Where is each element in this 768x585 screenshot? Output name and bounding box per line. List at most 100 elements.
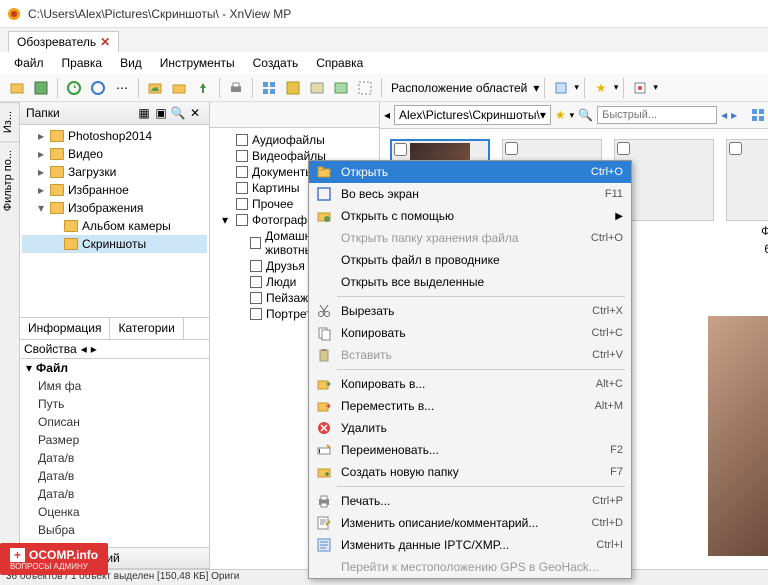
checkbox[interactable] — [250, 292, 262, 304]
tool-button[interactable] — [330, 77, 352, 99]
chevron-down-icon[interactable]: ▾ — [614, 82, 619, 93]
tool-button[interactable] — [354, 77, 376, 99]
tree-item[interactable]: ▾Изображения — [22, 199, 207, 217]
chevron-down-icon[interactable]: ▾ — [540, 108, 546, 122]
star-icon[interactable]: ★ — [590, 77, 612, 99]
property-row[interactable]: Дата/в — [20, 485, 209, 503]
tree-arrow-icon[interactable]: ▸ — [36, 129, 46, 143]
property-row[interactable]: Размер — [20, 431, 209, 449]
property-row[interactable]: Имя фа — [20, 377, 209, 395]
layout-label[interactable]: Расположение областей — [387, 81, 531, 95]
tool-button[interactable] — [306, 77, 328, 99]
context-menu-item[interactable]: Удалить — [309, 417, 631, 439]
tree-item[interactable]: Скриншоты — [22, 235, 207, 253]
context-menu-item[interactable]: Печать...Ctrl+P — [309, 490, 631, 512]
thumb-checkbox[interactable] — [505, 142, 518, 155]
properties-list[interactable]: ▾Файл Имя фаПутьОписанРазмерДата/вДата/в… — [20, 358, 209, 547]
context-menu-item[interactable]: Создать новую папкуF7 — [309, 461, 631, 483]
context-menu-item[interactable]: Открыть файл в проводнике — [309, 249, 631, 271]
menu-view[interactable]: Вид — [112, 54, 150, 72]
context-menu-item[interactable]: ОткрытьCtrl+O — [309, 161, 631, 183]
checkbox[interactable] — [236, 150, 248, 162]
panel-tool-icon[interactable]: ▦ — [136, 105, 152, 121]
close-icon[interactable]: ✕ — [187, 105, 203, 121]
context-menu-item[interactable]: Открыть все выделенные — [309, 271, 631, 293]
tool-button[interactable] — [30, 77, 52, 99]
print-icon[interactable] — [225, 77, 247, 99]
tree-arrow-icon[interactable]: ▸ — [36, 147, 46, 161]
tree-item[interactable]: ▸Загрузки — [22, 163, 207, 181]
path-input[interactable]: Alex\Pictures\Скриншоты\ ▾ — [394, 105, 551, 125]
tree-item[interactable]: ▸Избранное — [22, 181, 207, 199]
tree-item[interactable]: ▸Видео — [22, 145, 207, 163]
property-row[interactable]: Дата/в — [20, 467, 209, 485]
checkbox[interactable] — [250, 308, 262, 320]
tool-button[interactable] — [144, 77, 166, 99]
tab-info[interactable]: Информация — [20, 318, 110, 339]
property-row[interactable]: Дата/в — [20, 449, 209, 467]
chevron-down-icon[interactable]: ▾ — [574, 82, 579, 93]
nav-prev-icon[interactable]: ◂ — [721, 106, 727, 124]
nav-back-icon[interactable]: ◂ — [384, 106, 390, 124]
nav-right-icon[interactable]: ▸ — [91, 342, 97, 356]
checkbox[interactable] — [236, 198, 248, 210]
checkbox[interactable] — [236, 134, 248, 146]
chevron-down-icon[interactable]: ▾ — [570, 110, 575, 121]
tool-button[interactable] — [87, 77, 109, 99]
tree-arrow-icon[interactable]: ▸ — [36, 165, 46, 179]
category-item[interactable]: Аудиофайлы — [216, 132, 373, 148]
tool-button[interactable] — [192, 77, 214, 99]
tool-button[interactable] — [258, 77, 280, 99]
panel-tool-icon[interactable]: ▣ — [153, 105, 169, 121]
context-menu-item[interactable]: КопироватьCtrl+C — [309, 322, 631, 344]
folder-tree[interactable]: ▸Photoshop2014▸Видео▸Загрузки▸Избранное▾… — [20, 125, 209, 317]
search-input[interactable] — [597, 106, 717, 124]
menu-create[interactable]: Создать — [245, 54, 307, 72]
prop-group[interactable]: ▾Файл — [20, 359, 209, 377]
close-icon[interactable]: ✕ — [100, 35, 110, 49]
menu-tools[interactable]: Инструменты — [152, 54, 243, 72]
context-menu-item[interactable]: Изменить описание/комментарий...Ctrl+D — [309, 512, 631, 534]
tool-button[interactable] — [282, 77, 304, 99]
tool-button[interactable]: ⋯ — [111, 77, 133, 99]
search-icon[interactable]: 🔍 — [170, 105, 186, 121]
checkbox[interactable] — [236, 214, 248, 226]
chevron-down-icon[interactable]: ▾ — [653, 82, 658, 93]
menu-edit[interactable]: Правка — [54, 54, 111, 72]
tab-browser[interactable]: Обозреватель ✕ — [8, 31, 119, 52]
nav-left-icon[interactable]: ◂ — [81, 342, 87, 356]
property-row[interactable]: Оценка — [20, 503, 209, 521]
tool-button[interactable] — [168, 77, 190, 99]
context-menu-item[interactable]: Переименовать...F2 — [309, 439, 631, 461]
context-menu-item[interactable]: Во весь экранF11 — [309, 183, 631, 205]
checkbox[interactable] — [250, 276, 262, 288]
tool-button[interactable] — [550, 77, 572, 99]
thumb-checkbox[interactable] — [729, 142, 742, 155]
context-menu-item[interactable]: Переместить в...Alt+M — [309, 395, 631, 417]
tool-button[interactable] — [6, 77, 28, 99]
search-icon[interactable]: 🔍 — [578, 106, 593, 124]
view-icon[interactable] — [751, 106, 765, 124]
checkbox[interactable] — [236, 182, 248, 194]
property-row[interactable]: Путь — [20, 395, 209, 413]
context-menu-item[interactable]: ВырезатьCtrl+X — [309, 300, 631, 322]
tab-categories[interactable]: Категории — [110, 318, 183, 339]
context-menu-item[interactable]: Копировать в...Alt+C — [309, 373, 631, 395]
vtab[interactable]: Фильтр по... — [0, 141, 19, 219]
tree-arrow-icon[interactable]: ▾ — [36, 201, 46, 215]
context-menu-item[interactable]: Изменить данные IPTC/XMP...Ctrl+I — [309, 534, 631, 556]
checkbox[interactable] — [250, 260, 262, 272]
property-row[interactable]: Выбра — [20, 521, 209, 539]
chevron-down-icon[interactable]: ▾ — [222, 213, 232, 227]
property-row[interactable]: Описан — [20, 413, 209, 431]
tree-item[interactable]: Альбом камеры — [22, 217, 207, 235]
tree-arrow-icon[interactable]: ▸ — [36, 183, 46, 197]
thumb-checkbox[interactable] — [617, 142, 630, 155]
tool-button[interactable] — [629, 77, 651, 99]
star-icon[interactable]: ★ — [555, 106, 566, 124]
tool-button[interactable] — [63, 77, 85, 99]
menu-file[interactable]: Файл — [6, 54, 52, 72]
menu-help[interactable]: Справка — [308, 54, 371, 72]
chevron-down-icon[interactable]: ▾ — [533, 81, 539, 95]
checkbox[interactable] — [236, 166, 248, 178]
